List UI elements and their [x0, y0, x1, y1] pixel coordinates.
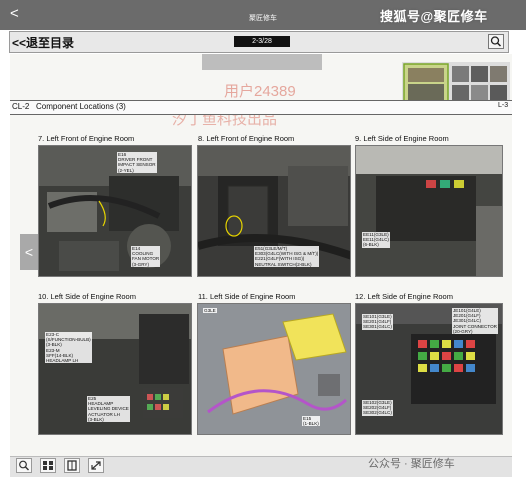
- connector-label: JE101(G4LE) JE201(G4LF) JE301(G4LC) JOIN…: [452, 308, 498, 335]
- panel-caption: 10. Left Side of Engine Room: [38, 292, 136, 301]
- book-view-button[interactable]: [64, 458, 80, 473]
- panel-caption: 7. Left Front of Engine Room: [38, 134, 135, 143]
- engine-photo-8[interactable]: E51(G3LE/M/T) E303(G4LC(WITH ISG & M/T))…: [197, 145, 351, 277]
- connector-label: SE102(G3LE) SE202(G4LF) SE302(G4LC): [362, 400, 393, 416]
- back-to-toc-button[interactable]: <<退至目录: [12, 34, 74, 51]
- panel-caption: 11. Left Side of Engine Room: [198, 292, 296, 301]
- section-code: CL-2: [12, 102, 30, 111]
- fuse-grid: [418, 340, 475, 372]
- engine-photo-12[interactable]: JE101(G4LE) JE201(G4LF) JE301(G4LC) JOIN…: [355, 303, 503, 435]
- book-icon: [67, 460, 77, 471]
- prev-page-arrow[interactable]: <: [20, 234, 38, 270]
- engine-photo-7[interactable]: E16 DRIVER FRONT IMPACT SENSOR (2-YEL) E…: [38, 145, 192, 277]
- grid-icon: [43, 461, 53, 470]
- user-watermark: 用户24389: [224, 83, 296, 100]
- grid-view-button[interactable]: [40, 458, 56, 473]
- panel-caption: 12. Left Side of Engine Room: [355, 292, 453, 301]
- connector-label: E15 (1-BLK): [302, 416, 320, 427]
- wechat-watermark: 公众号 · 聚匠修车: [368, 458, 455, 470]
- expand-icon: [91, 461, 101, 470]
- zoom-button[interactable]: [16, 458, 32, 473]
- panel-caption: 9. Left Side of Engine Room: [355, 134, 449, 143]
- search-icon: [490, 36, 502, 47]
- connector-label: E23-C (S/FUNCTION-BULB) (3-BLK) E23-M SF…: [45, 332, 92, 364]
- expand-button[interactable]: [88, 458, 104, 473]
- sohu-watermark: 搜狐号@聚匠修车: [380, 9, 488, 24]
- engine-photo-9[interactable]: EE11(G3LE) EE11(G4LC) (6-BLK): [355, 145, 503, 277]
- engine-type-label: G3LE: [203, 308, 217, 314]
- connector-label: SE101(G3LE) SE201(G4LF) SE301(G4LC): [362, 314, 393, 330]
- search-button[interactable]: [488, 34, 504, 49]
- engine-photo-10[interactable]: E23-C (S/FUNCTION-BULB) (3-BLK) E23-M SF…: [38, 303, 192, 435]
- connector-label: E25 HEADLAMP LEVELING DEVICE ACTUATOR LH…: [87, 396, 130, 423]
- page-tab-marker: [202, 54, 322, 70]
- section-title: Component Locations (3): [36, 102, 126, 111]
- page-reference: L-3: [498, 102, 509, 109]
- connector-label: EE11(G3LE) EE11(G4LC) (6-BLK): [362, 232, 390, 248]
- connector-label: E14 COOLING FAN MOTOR (3-GRY): [131, 246, 161, 267]
- connector-label: E51(G3LE/M/T) E303(G4LC(WITH ISG & M/T))…: [254, 246, 320, 267]
- page-indicator[interactable]: 2-3/28: [234, 36, 290, 47]
- zoom-icon: [19, 460, 29, 471]
- engine-photo-11[interactable]: G3LE E15 (1-BLK): [197, 303, 351, 435]
- connector-label: E16 DRIVER FRONT IMPACT SENSOR (2-YEL): [117, 152, 157, 173]
- panel-caption: 8. Left Front of Engine Room: [198, 134, 295, 143]
